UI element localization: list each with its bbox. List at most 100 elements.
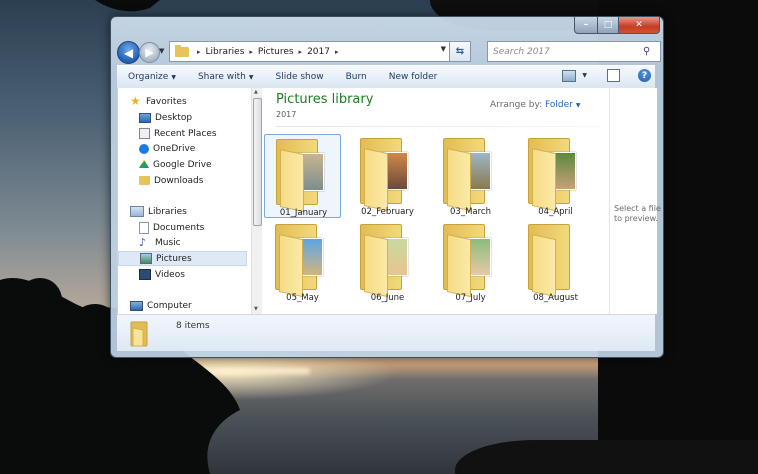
library-title: Pictures library (276, 92, 374, 107)
details-pane: 8 items (117, 314, 655, 351)
scrollbar-thumb[interactable] (253, 98, 262, 226)
chevron-down-icon: ▼ (575, 102, 581, 109)
address-bar[interactable]: ▸ Libraries ▸ Pictures ▸ 2017 ▸ ▼ ⇆ (169, 41, 471, 62)
chevron-down-icon: ▼ (171, 74, 176, 81)
sidebar-item-pictures[interactable]: Pictures (118, 251, 247, 266)
music-note-icon: ♪ (139, 236, 147, 249)
sidebar-item-label: Recent Places (154, 128, 217, 139)
pictures-icon (140, 253, 152, 264)
minimize-button[interactable]: – (574, 17, 598, 34)
view-controls: ▼ ? (562, 69, 651, 82)
sidebar-item-music[interactable]: ♪ Music (118, 235, 251, 250)
sidebar-item-onedrive[interactable]: OneDrive (118, 141, 251, 156)
sidebar-item-label: Libraries (148, 206, 187, 217)
organize-label: Organize (128, 72, 169, 82)
onedrive-icon (139, 143, 149, 154)
folder-label: 04_April (538, 207, 573, 217)
maximize-button[interactable]: □ (598, 17, 619, 34)
organize-button[interactable]: Organize ▼ (117, 72, 187, 82)
sidebar-item-label: Pictures (156, 253, 192, 264)
new-folder-button[interactable]: New folder (378, 72, 449, 82)
folder-icon (441, 222, 501, 298)
sidebar-item-desktop[interactable]: Desktop (118, 110, 251, 125)
sidebar-item-label: Downloads (154, 175, 204, 186)
scroll-down-icon[interactable]: ▼ (254, 306, 258, 312)
explorer-window: – □ ✕ ◀ ▶ ▼ ▸ Libraries ▸ Pictures ▸ 201… (110, 16, 664, 358)
folder-item[interactable]: 02_February (349, 134, 426, 218)
chevron-down-icon[interactable]: ▼ (582, 72, 587, 79)
divider (276, 126, 601, 127)
libraries-icon (130, 206, 144, 217)
folder-item[interactable]: 03_March (432, 134, 509, 218)
caption-buttons: – □ ✕ (574, 17, 660, 34)
folder-label: 07_July (455, 293, 486, 303)
forward-button[interactable]: ▶ (139, 42, 160, 63)
breadcrumb-pictures[interactable]: Pictures (258, 47, 294, 57)
arrange-by-value: Folder (545, 100, 573, 110)
search-input[interactable] (488, 45, 635, 58)
back-button[interactable]: ◀ (117, 41, 140, 64)
folder-icon (273, 222, 333, 298)
navigation-scrollbar[interactable]: ▲ ▼ (251, 88, 262, 314)
sidebar-item-label: Videos (155, 269, 185, 280)
file-list-pane: Pictures library 2017 Arrange by: Folder… (262, 88, 609, 314)
folder-label: 06_June (370, 293, 405, 303)
folder-label: 03_March (450, 207, 491, 217)
close-button[interactable]: ✕ (619, 17, 660, 34)
preview-pane-icon[interactable] (607, 69, 620, 82)
slide-show-button[interactable]: Slide show (265, 72, 335, 82)
folder-icon (175, 44, 189, 57)
sidebar-item-documents[interactable]: Documents (118, 220, 251, 235)
folder-item[interactable]: 04_April (517, 134, 594, 218)
sidebar-item-label: Documents (153, 222, 205, 233)
change-view-icon[interactable] (562, 69, 577, 82)
sidebar-item-computer[interactable]: Computer (118, 298, 251, 313)
breadcrumb-separator[interactable]: ▸ (249, 48, 253, 56)
help-icon[interactable]: ? (638, 69, 651, 82)
folder-icon (130, 321, 148, 347)
sidebar-item-libraries[interactable]: Libraries (118, 204, 251, 219)
address-dropdown-icon[interactable]: ▼ (441, 45, 446, 53)
arrange-by-dropdown[interactable]: Folder ▼ (545, 100, 580, 110)
breadcrumb-separator[interactable]: ▸ (335, 48, 339, 56)
sidebar-item-label: Music (155, 237, 181, 248)
star-icon: ★ (130, 94, 141, 108)
share-with-button[interactable]: Share with ▼ (187, 72, 265, 82)
sidebar-item-favorites[interactable]: ★ Favorites (118, 94, 251, 109)
burn-button[interactable]: Burn (335, 72, 378, 82)
navigation-row: ◀ ▶ ▼ ▸ Libraries ▸ Pictures ▸ 2017 ▸ ▼ … (117, 41, 661, 64)
sidebar-item-recent-places[interactable]: Recent Places (118, 126, 251, 141)
folder-item[interactable]: 06_June (349, 220, 426, 304)
sidebar-item-label: Favorites (146, 96, 187, 107)
folder-item[interactable]: 01_January (264, 134, 341, 218)
search-box[interactable]: ⚲ (487, 41, 661, 62)
sidebar-item-label: Google Drive (153, 159, 212, 170)
folder-label: 01_January (279, 208, 328, 218)
sidebar-item-google-drive[interactable]: Google Drive (118, 157, 251, 172)
scroll-up-icon[interactable]: ▲ (254, 89, 258, 95)
search-icon[interactable]: ⚲ (643, 46, 657, 57)
folder-icon (441, 136, 501, 212)
folder-icon (526, 136, 586, 212)
recent-places-icon (139, 128, 150, 139)
folder-item[interactable]: 05_May (264, 220, 341, 304)
breadcrumb-separator[interactable]: ▸ (197, 48, 201, 56)
folder-icon (358, 136, 418, 212)
folder-label: 08_August (533, 293, 578, 303)
breadcrumb-libraries[interactable]: Libraries (206, 47, 245, 57)
refresh-icon[interactable]: ⇆ (449, 41, 471, 62)
folder-item[interactable]: 07_July (432, 220, 509, 304)
breadcrumb-2017[interactable]: 2017 (307, 47, 330, 57)
folder-label: 02_February (361, 207, 414, 217)
breadcrumb-separator[interactable]: ▸ (299, 48, 303, 56)
navigation-pane: ★ Favorites Desktop Recent Places OneDri… (118, 88, 251, 314)
folder-icon (526, 222, 586, 298)
desktop-icon (139, 112, 151, 123)
folder-item[interactable]: 08_August (517, 220, 594, 304)
share-with-label: Share with (197, 72, 246, 82)
sidebar-item-downloads[interactable]: Downloads (118, 173, 251, 188)
sidebar-item-videos[interactable]: Videos (118, 267, 251, 282)
preview-pane: Select a file to preview. (609, 88, 661, 314)
recent-pages-dropdown[interactable]: ▼ (159, 47, 164, 55)
folder-label: 05_May (286, 293, 319, 303)
